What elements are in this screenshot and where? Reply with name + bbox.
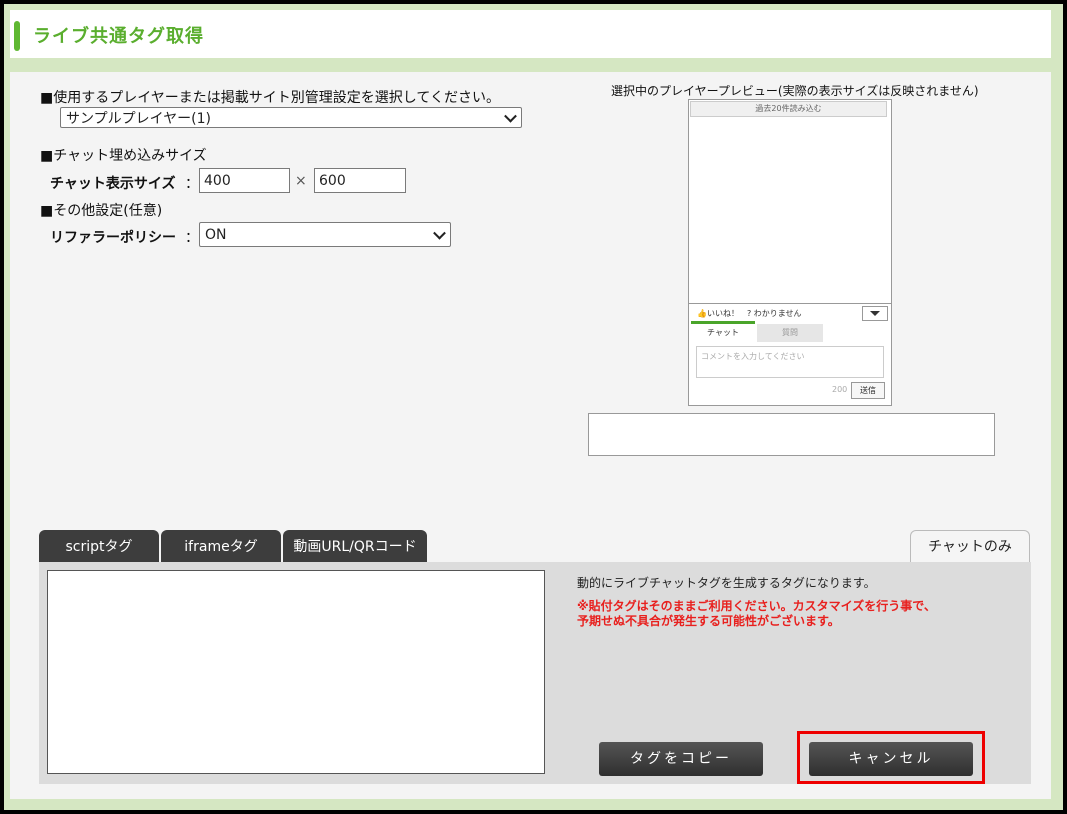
dontknow-label: わかりません: [753, 309, 802, 318]
other-heading: ■その他設定(任意): [40, 203, 163, 219]
width-input[interactable]: 400: [199, 168, 290, 193]
tag-code-area[interactable]: [47, 570, 545, 774]
question-icon: ?: [747, 309, 752, 318]
preview-tab-question[interactable]: 質問: [757, 324, 823, 342]
load-more-button[interactable]: 過去20件読み込む: [690, 101, 887, 117]
like-label: いいね！: [706, 309, 739, 318]
warning-text: ※貼付タグはそのままご利用ください。カスタマイズを行う事で、 予期せぬ不具合が発…: [577, 599, 936, 629]
referrer-label: リファラーポリシー: [50, 230, 176, 246]
like-reaction[interactable]: 👍いいね！: [697, 308, 739, 319]
preview-heading: 選択中のプレイヤープレビュー(実際の表示サイズは反映されません): [611, 84, 979, 98]
preview-divider: [689, 303, 891, 304]
player-select[interactable]: サンプルプレイヤー(1): [60, 107, 522, 128]
title-accent-bar: [14, 21, 20, 51]
chevron-down-icon: [504, 109, 517, 123]
send-button[interactable]: 送信: [851, 382, 885, 399]
tab-script[interactable]: scriptタグ: [39, 530, 159, 562]
warning-line-1: ※貼付タグはそのままご利用ください。カスタマイズを行う事で、: [577, 599, 936, 613]
warning-line-2: 予期せぬ不具合が発生する可能性がございます。: [577, 614, 840, 628]
char-count: 200: [832, 385, 848, 394]
tag-description: 動的にライブチャットタグを生成するタグになります。: [577, 576, 876, 590]
page-title: ライブ共通タグ取得: [33, 26, 204, 47]
chevron-down-icon: [433, 226, 446, 240]
player-heading: ■使用するプレイヤーまたは掲載サイト別管理設定を選択してください。: [40, 90, 500, 106]
reaction-dropdown[interactable]: [862, 306, 888, 321]
tab-iframe[interactable]: iframeタグ: [161, 530, 281, 562]
tab-chat-only[interactable]: チャットのみ: [910, 530, 1030, 562]
comment-input[interactable]: コメントを入力してください: [696, 346, 884, 378]
tab-video-url[interactable]: 動画URL/QRコード: [283, 530, 427, 562]
referrer-select-value: ON: [205, 226, 227, 243]
referrer-colon: ：: [185, 230, 199, 246]
player-select-value: サンプルプレイヤー(1): [66, 110, 211, 127]
times-sign: ×: [295, 173, 307, 189]
preview-tab-chat[interactable]: チャット: [691, 321, 755, 342]
size-label: チャット表示サイズ: [50, 176, 176, 192]
thumbs-up-icon: 👍: [697, 309, 707, 318]
preview-caption-box: [588, 413, 995, 456]
cancel-highlight-box: [797, 731, 985, 784]
height-input[interactable]: 600: [314, 168, 406, 193]
player-preview: 過去20件読み込む 👍いいね！ ? わかりません チャット 質問 コメントを入力…: [688, 99, 892, 406]
size-colon: ：: [185, 176, 199, 192]
size-heading: ■チャット埋め込みサイズ: [40, 148, 207, 164]
copy-tag-button[interactable]: タグをコピー: [599, 742, 763, 776]
referrer-select[interactable]: ON: [199, 222, 451, 247]
dontknow-reaction[interactable]: ? わかりません: [747, 308, 802, 319]
